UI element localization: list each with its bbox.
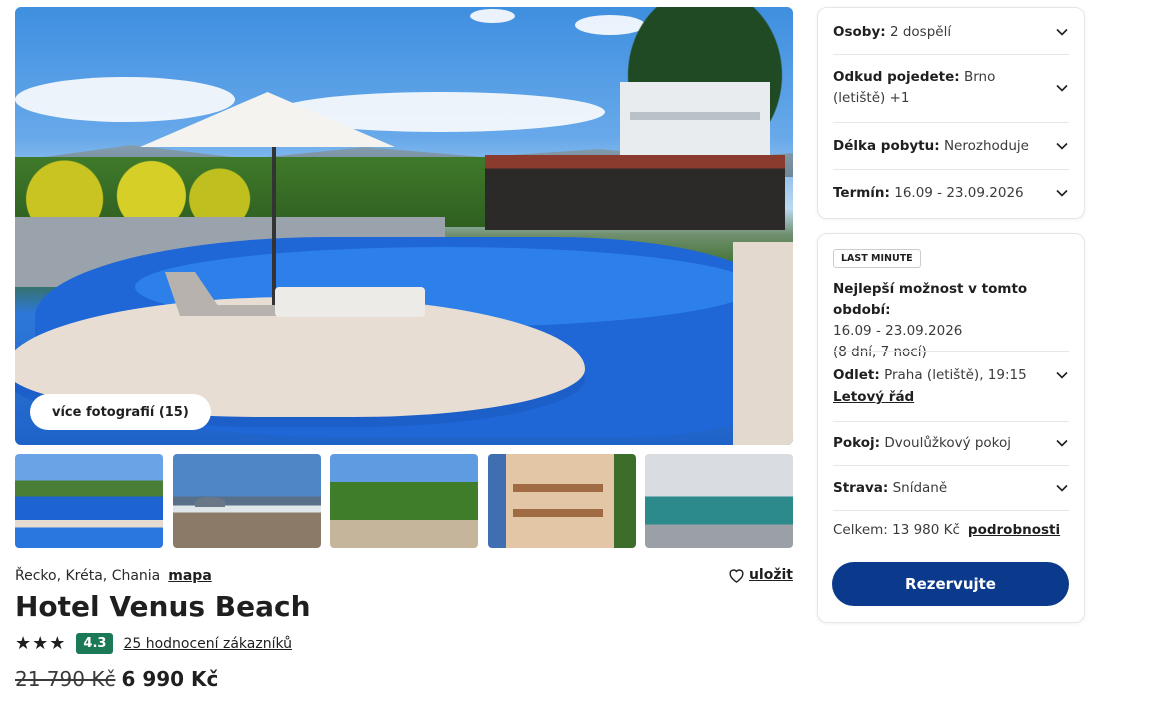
- total-label: Celkem: 13 980 Kč: [833, 522, 960, 538]
- persons-value: 2 dospělí: [889, 24, 952, 40]
- chevron-down-icon: [1056, 142, 1068, 150]
- heart-icon: [729, 569, 744, 583]
- board-label: Strava:: [833, 480, 889, 496]
- flight-value: Praha (letiště), 19:15: [884, 367, 1027, 383]
- chevron-down-icon: [1056, 439, 1068, 447]
- cloud: [470, 9, 515, 23]
- score-badge: 4.3: [76, 633, 114, 654]
- duration-dropdown[interactable]: Délka pobytu: Nerozhoduje: [833, 136, 1069, 156]
- date-value: 16.09 - 23.09.2026: [894, 185, 1024, 201]
- lounger-table: [275, 287, 425, 317]
- divider: [833, 122, 1069, 123]
- departure-value-line2: (letiště) +1: [833, 90, 910, 106]
- flight-schedule-link[interactable]: Letový řád: [833, 389, 914, 405]
- thumbnail-2[interactable]: [173, 454, 321, 548]
- departure-label: Odkud pojedete:: [833, 69, 960, 85]
- duration-label: Délka pobytu:: [833, 138, 940, 154]
- chevron-down-icon: [1056, 371, 1068, 379]
- hotel-location: Řecko, Kréta, Chania mapa: [15, 568, 212, 584]
- room-label: Pokoj:: [833, 435, 881, 451]
- thumbnail-4[interactable]: [488, 454, 636, 548]
- chevron-down-icon: [1056, 28, 1068, 36]
- duration-value: Nerozhoduje: [943, 138, 1029, 154]
- persons-label: Osoby:: [833, 24, 886, 40]
- pavilion: [485, 155, 785, 230]
- divider: [833, 465, 1069, 466]
- date-label: Termín:: [833, 185, 890, 201]
- map-link[interactable]: mapa: [168, 568, 212, 584]
- best-option-title: Nejlepší možnost v tomto období:: [833, 281, 1028, 318]
- departure-dropdown[interactable]: Odkud pojedete: Brno (letiště) +1: [833, 66, 1069, 110]
- thumbnail-5[interactable]: [645, 454, 793, 548]
- divider: [833, 54, 1069, 55]
- chevron-down-icon: [1056, 484, 1068, 492]
- save-button[interactable]: uložit: [728, 567, 793, 583]
- price-row: 21 790 Kč 6 990 Kč: [15, 667, 218, 691]
- date-dropdown[interactable]: Termín: 16.09 - 23.09.2026: [833, 183, 1069, 203]
- more-photos-button[interactable]: více fotografií (15): [30, 394, 211, 430]
- pool-deck-right: [733, 242, 793, 445]
- umbrella-pole: [272, 137, 276, 307]
- hotel-name: Hotel Venus Beach: [15, 590, 311, 623]
- rating-row: ★★★ 4.3 25 hodnocení zákazníků: [15, 633, 292, 654]
- flight-label: Odlet:: [833, 367, 880, 383]
- divider: [833, 510, 1069, 511]
- hotel-main-photo[interactable]: [15, 7, 793, 445]
- divider: [833, 169, 1069, 170]
- room-value: Dvoulůžkový pokoj: [884, 435, 1012, 451]
- board-value: Snídaně: [892, 480, 948, 496]
- details-link[interactable]: podrobnosti: [968, 522, 1060, 538]
- chevron-down-icon: [1056, 84, 1068, 92]
- new-price: 6 990 Kč: [121, 667, 219, 691]
- departure-value-line1: Brno: [963, 69, 996, 85]
- offer-card: LAST MINUTE Nejlepší možnost v tomto obd…: [817, 233, 1085, 623]
- last-minute-badge: LAST MINUTE: [833, 249, 921, 268]
- best-option-nights: (8 dní, 7 nocí): [833, 344, 927, 360]
- chevron-down-icon: [1056, 189, 1068, 197]
- best-option-dates: 16.09 - 23.09.2026: [833, 323, 963, 339]
- reviews-link[interactable]: 25 hodnocení zákazníků: [123, 636, 292, 652]
- save-label: uložit: [748, 567, 793, 583]
- room-dropdown[interactable]: Pokoj: Dvoulůžkový pokoj: [833, 433, 1069, 453]
- total-price: Celkem: 13 980 Kč podrobnosti: [833, 522, 1060, 538]
- location-text: Řecko, Kréta, Chania: [15, 568, 161, 584]
- flight-dropdown[interactable]: Odlet: Praha (letiště), 19:15 Letový řád: [833, 364, 1069, 408]
- board-dropdown[interactable]: Strava: Snídaně: [833, 478, 1069, 498]
- cloud: [15, 77, 235, 122]
- thumbnail-3[interactable]: [330, 454, 478, 548]
- star-rating-icon: ★★★: [15, 632, 67, 654]
- search-filters-card: Osoby: 2 dospělí Odkud pojedete: Brno (le…: [817, 7, 1085, 219]
- thumbnail-1[interactable]: [15, 454, 163, 548]
- persons-dropdown[interactable]: Osoby: 2 dospělí: [833, 22, 1069, 42]
- divider: [833, 421, 1069, 422]
- old-price: 21 790 Kč: [15, 667, 116, 691]
- book-button[interactable]: Rezervujte: [832, 562, 1069, 606]
- divider: [833, 351, 1069, 352]
